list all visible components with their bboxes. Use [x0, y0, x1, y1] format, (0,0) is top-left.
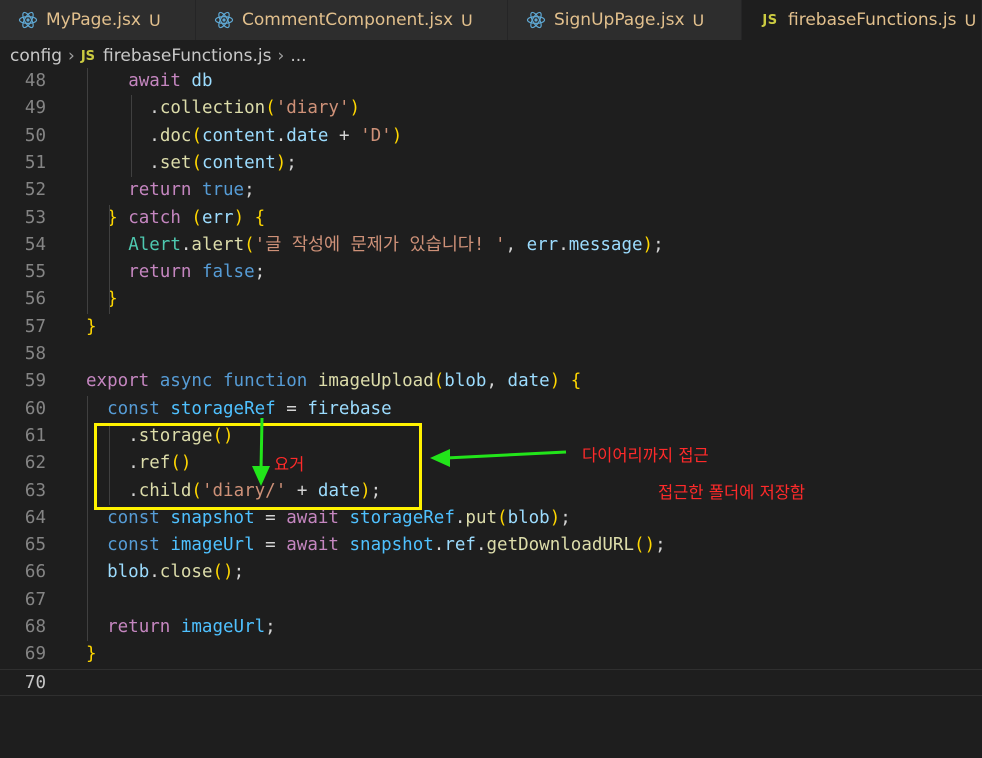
left-arrow-icon	[445, 450, 567, 460]
annotation-arrows	[252, 417, 567, 486]
annotation-save-folder: 접근한 폴더에 저장함	[658, 483, 806, 502]
down-arrow-icon	[259, 417, 264, 471]
annotation-here: 요거	[274, 455, 305, 474]
annotation-access-diary: 다이어리까지 접근	[582, 446, 709, 465]
